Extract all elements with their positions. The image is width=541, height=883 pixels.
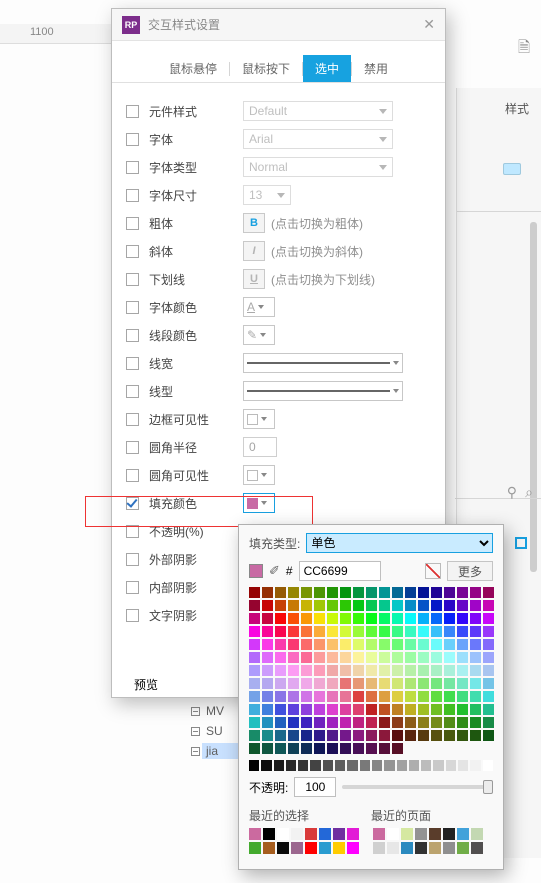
italic-button[interactable]: I [243,241,265,261]
tab-disabled[interactable]: 禁用 [352,55,400,82]
color-grid[interactable] [249,587,495,754]
document-icon[interactable]: 🗎 [518,37,530,62]
border-vis-button[interactable] [243,409,275,429]
chk-radius[interactable] [126,441,139,454]
chk-line-width[interactable] [126,357,139,370]
fill-type-select[interactable]: 单色 [306,533,493,553]
chk-corner-vis[interactable] [126,469,139,482]
hex-input[interactable] [299,561,381,581]
line-style-button[interactable] [243,381,403,401]
chk-inner-shadow[interactable] [126,581,139,594]
underline-button[interactable]: U [243,269,265,289]
font-color-button[interactable]: A [243,297,275,317]
chk-line-color[interactable] [126,329,139,342]
select-font-type[interactable]: Normal [243,157,393,177]
line-width-button[interactable] [243,353,403,373]
color-picker-popup: 填充类型: 单色 ✐ # 更多 不透明: 最近的选择 最近的页面 [238,524,504,870]
select-style[interactable]: Default [243,101,393,121]
radius-input[interactable] [243,437,277,457]
chk-fill-color[interactable] [126,497,139,510]
tab-mousedown[interactable]: 鼠标按下 [230,55,302,82]
checkbox-icon[interactable] [515,537,527,549]
tab-style[interactable]: 样式 [505,100,529,117]
chk-opacity[interactable] [126,525,139,538]
no-fill-icon[interactable] [425,563,441,579]
close-icon[interactable]: ✕ [423,16,435,33]
chk-line-style[interactable] [126,385,139,398]
tab-selected[interactable]: 选中 [303,55,351,82]
select-font-size[interactable]: 13 [243,185,291,205]
chk-outer-shadow[interactable] [126,553,139,566]
chk-italic[interactable] [126,245,139,258]
current-color-swatch [249,564,263,578]
recent-select-swatches[interactable] [249,828,359,854]
recent-page-swatches[interactable] [373,828,483,854]
line-color-button[interactable]: ✎ [243,325,275,345]
fill-color-button[interactable] [243,493,275,513]
state-tabs: 鼠标悬停 鼠标按下 选中 禁用 [112,55,445,83]
link-icon[interactable] [503,163,521,175]
opacity-input[interactable] [294,777,336,797]
fill-type-label: 填充类型: [249,535,300,552]
chk-font-size[interactable] [126,189,139,202]
chk-border-vis[interactable] [126,413,139,426]
filter-icon[interactable]: ⚲ [507,484,517,501]
search-icon[interactable]: ⌕ [525,484,533,501]
bold-button[interactable]: B [243,213,265,233]
chk-font-color[interactable] [126,301,139,314]
opacity-slider[interactable] [342,785,493,789]
corner-vis-button[interactable] [243,465,275,485]
select-font[interactable]: Arial [243,129,393,149]
app-logo: RP [122,16,140,34]
chk-bold[interactable] [126,217,139,230]
chk-style[interactable] [126,105,139,118]
chk-font[interactable] [126,133,139,146]
chk-text-shadow[interactable] [126,609,139,622]
dialog-title: 交互样式设置 [148,16,415,33]
gray-row[interactable] [249,760,493,771]
chk-underline[interactable] [126,273,139,286]
ruler-mark: 1100 [30,26,54,38]
scrollbar[interactable] [530,222,537,572]
more-colors-button[interactable]: 更多 [447,561,493,581]
tab-hover[interactable]: 鼠标悬停 [157,55,229,82]
eyedropper-icon[interactable]: ✐ [269,563,280,579]
chk-font-type[interactable] [126,161,139,174]
